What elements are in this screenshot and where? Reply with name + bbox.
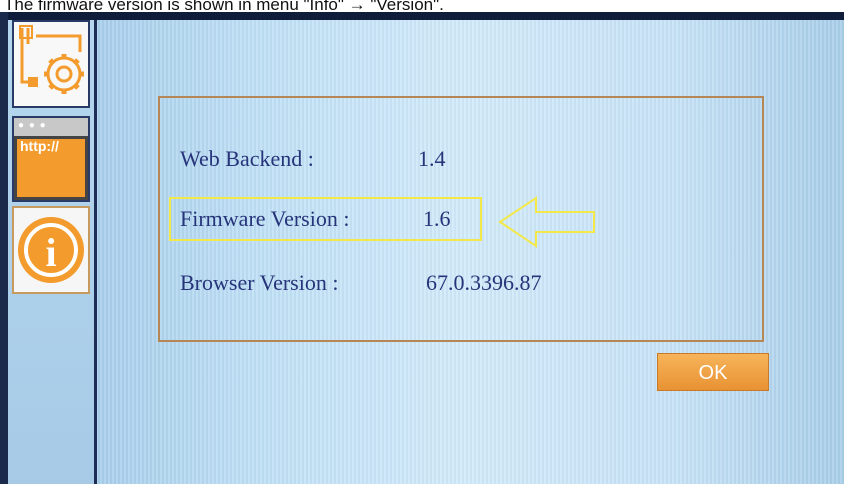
info-icon: i <box>18 217 84 283</box>
screen-frame-top <box>0 12 844 20</box>
info-icon-glyph: i <box>45 230 56 275</box>
browser-version-label: Browser Version : <box>180 270 339 295</box>
sidebar: ● ● ● http:// i <box>8 20 97 484</box>
sidebar-item-web-label: http:// <box>20 138 59 154</box>
window-dots: ● ● ● <box>18 120 47 131</box>
firmware-version-label: Firmware Version : <box>180 206 350 231</box>
web-backend-value: 1.4 <box>418 146 446 171</box>
sidebar-item-web[interactable]: ● ● ● http:// <box>12 116 90 202</box>
arrow-left-icon <box>498 196 595 248</box>
sidebar-item-info[interactable]: i <box>12 206 90 294</box>
firmware-version-value: 1.6 <box>423 206 451 231</box>
browser-window-icon: ● ● ● <box>14 118 88 136</box>
screen-frame-left <box>0 12 8 484</box>
device-screen: ● ● ● http:// i Web Backend : 1.4 Firmwa… <box>0 12 844 484</box>
version-dialog: Web Backend : 1.4 Firmware Version : 1.6… <box>158 96 764 342</box>
sidebar-item-settings[interactable] <box>12 20 90 108</box>
web-backend-label: Web Backend : <box>180 146 314 171</box>
settings-gear-icon <box>19 25 84 94</box>
ok-button[interactable]: OK <box>657 353 769 391</box>
browser-version-value: 67.0.3396.87 <box>426 270 542 295</box>
